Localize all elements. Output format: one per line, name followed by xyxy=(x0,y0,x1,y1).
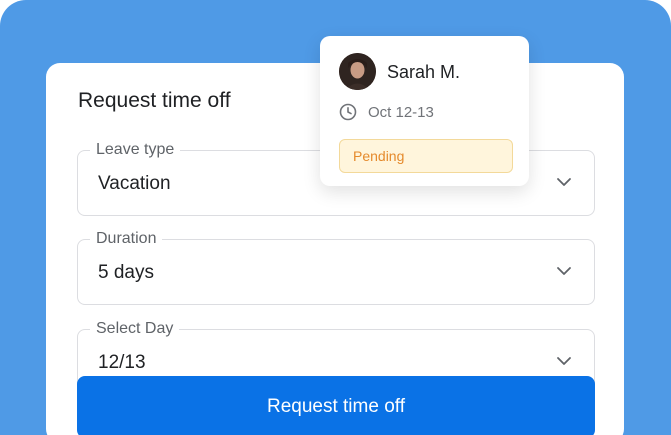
select-day-label: Select Day xyxy=(90,319,180,339)
request-dates: Oct 12-13 xyxy=(368,104,434,121)
select-day-value: 12/13 xyxy=(98,352,146,373)
request-status-popover: Sarah M. Oct 12-13 Pending xyxy=(320,36,529,186)
status-badge: Pending xyxy=(339,139,513,173)
avatar-portrait xyxy=(339,53,376,90)
avatar xyxy=(339,53,376,90)
chevron-down-icon[interactable] xyxy=(556,266,572,276)
form-title: Request time off xyxy=(78,89,231,112)
leave-type-value: Vacation xyxy=(98,173,171,194)
duration-label: Duration xyxy=(90,229,163,249)
duration-value: 5 days xyxy=(98,262,154,283)
chevron-down-icon[interactable] xyxy=(556,177,572,187)
chevron-down-icon[interactable] xyxy=(556,356,572,366)
leave-type-label: Leave type xyxy=(90,140,181,160)
user-name: Sarah M. xyxy=(387,62,461,82)
clock-icon xyxy=(339,103,357,121)
request-time-off-button[interactable]: Request time off xyxy=(77,376,595,435)
duration-select[interactable]: Duration 5 days xyxy=(77,229,595,305)
